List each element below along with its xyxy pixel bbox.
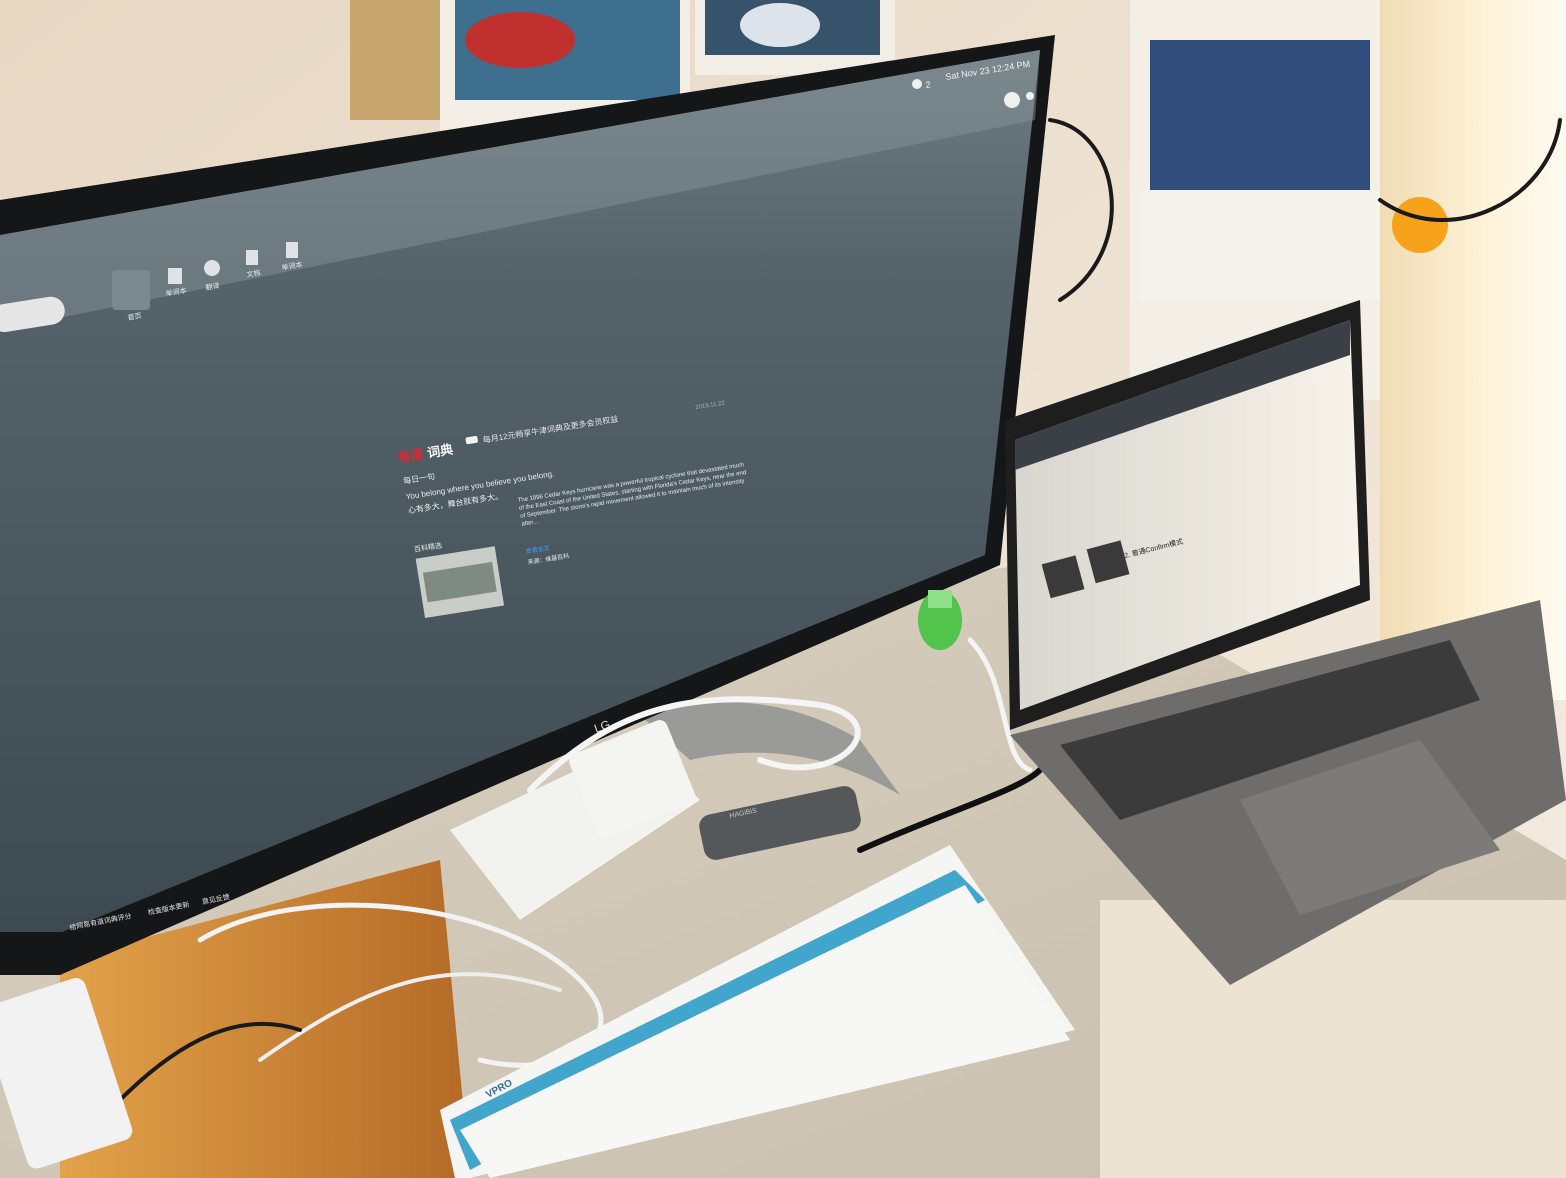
doc-icon[interactable] (246, 250, 258, 265)
notebook-icon[interactable] (286, 242, 298, 258)
home-icon[interactable] (112, 270, 150, 310)
translate-icon[interactable] (204, 260, 220, 276)
avatar[interactable] (1004, 92, 1020, 108)
poster-left (350, 0, 445, 120)
wechat-icon[interactable] (912, 79, 922, 89)
desk-photo: 2 Sat Nov 23 12:24 PM 首页 单词本 翻译 文档 单词本 有… (0, 0, 1566, 1178)
window-light (1380, 0, 1566, 700)
word-book-icon[interactable] (168, 268, 182, 284)
gear-icon[interactable] (1026, 92, 1034, 100)
